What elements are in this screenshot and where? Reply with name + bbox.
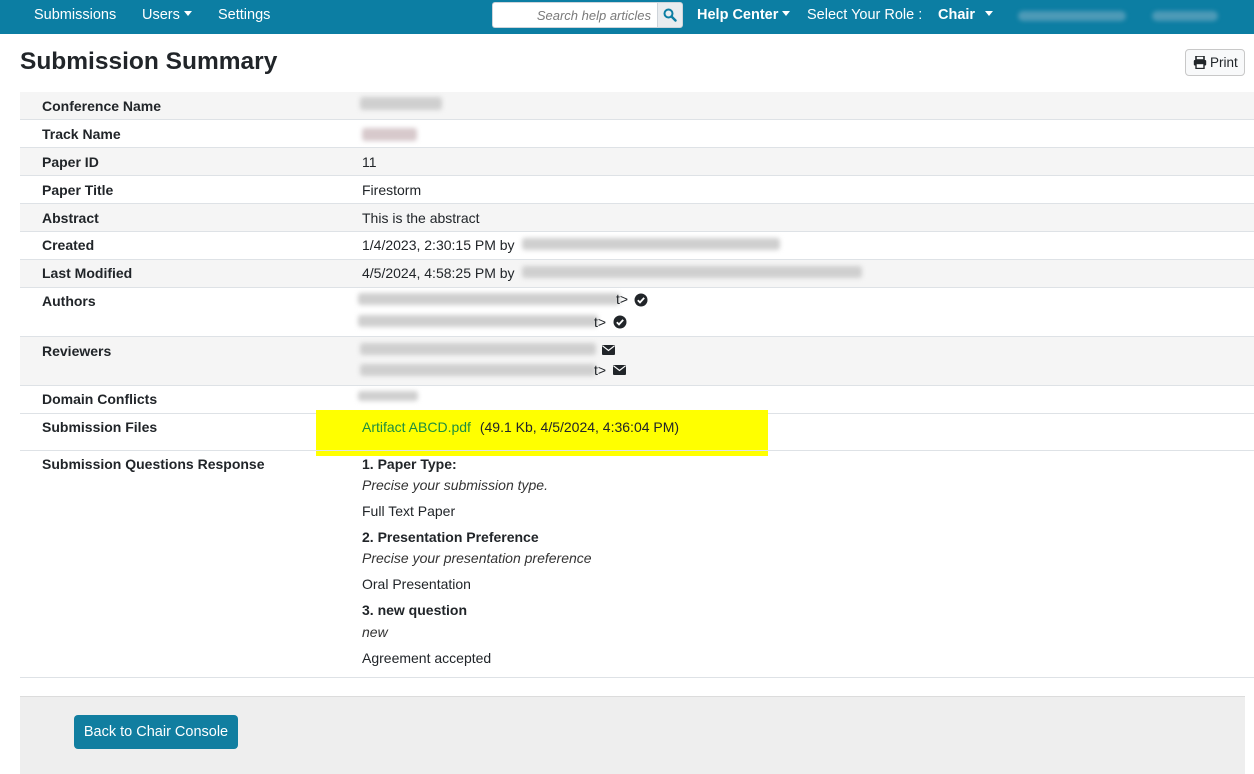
- user-menu-redacted[interactable]: [1018, 11, 1126, 21]
- row-track-name: Track Name: [20, 120, 1254, 148]
- author-1-redacted: [358, 293, 620, 305]
- envelope-icon[interactable]: [602, 345, 615, 355]
- question-2-answer: Oral Presentation: [362, 576, 471, 592]
- paper-title-label: Paper Title: [42, 182, 114, 198]
- question-1-description: Precise your submission type.: [362, 477, 548, 493]
- print-label: Print: [1210, 55, 1238, 70]
- submission-file-entry: Artifact ABCD.pdf (49.1 Kb, 4/5/2024, 4:…: [362, 419, 679, 435]
- row-reviewers: Reviewers t>: [20, 337, 1254, 386]
- page-footer: Back to Chair Console: [20, 696, 1245, 774]
- question-3-description: new: [362, 624, 388, 640]
- abstract-value: This is the abstract: [362, 210, 480, 226]
- nav-users-label: Users: [142, 7, 180, 23]
- search-button[interactable]: [657, 2, 683, 28]
- row-authors: Authors t> t>: [20, 288, 1254, 337]
- account-menu-redacted[interactable]: [1152, 11, 1218, 21]
- nav-submissions[interactable]: Submissions: [34, 0, 116, 34]
- question-2-title: 2. Presentation Preference: [362, 529, 539, 545]
- created-value: 1/4/2023, 2:30:15 PM by: [362, 237, 515, 253]
- envelope-icon[interactable]: [613, 365, 626, 375]
- row-last-modified: Last Modified 4/5/2024, 4:58:25 PM by: [20, 260, 1254, 288]
- last-modified-value: 4/5/2024, 4:58:25 PM by: [362, 265, 515, 281]
- created-label: Created: [42, 237, 95, 253]
- author-2-suffix: t>: [594, 314, 607, 330]
- check-circle-icon: [613, 315, 627, 329]
- help-center-label: Help Center: [697, 7, 779, 23]
- track-name-label: Track Name: [42, 126, 121, 142]
- caret-down-icon: [985, 11, 994, 16]
- role-label: Chair: [938, 7, 976, 23]
- row-abstract: Abstract This is the abstract: [20, 204, 1254, 232]
- row-paper-title: Paper Title Firestorm: [20, 176, 1254, 204]
- print-button[interactable]: Print: [1185, 49, 1245, 76]
- file-meta: (49.1 Kb, 4/5/2024, 4:36:04 PM): [479, 419, 680, 435]
- row-questions: Submission Questions Response: [20, 451, 1254, 678]
- last-modified-label: Last Modified: [42, 265, 133, 281]
- paper-id-label: Paper ID: [42, 154, 99, 170]
- question-1-title: 1. Paper Type:: [362, 456, 457, 472]
- submission-files-label: Submission Files: [42, 419, 158, 435]
- caret-down-icon: [183, 11, 192, 16]
- help-search: [492, 2, 683, 28]
- row-conference-name: Conference Name: [20, 92, 1254, 120]
- search-icon: [663, 8, 677, 22]
- reviewer-2-redacted: [360, 364, 596, 376]
- check-circle-icon: [634, 293, 648, 307]
- paper-title-value: Firestorm: [362, 182, 422, 198]
- select-role-label: Select Your Role :: [807, 7, 923, 23]
- modified-by-redacted: [522, 266, 862, 278]
- question-2-description: Precise your presentation preference: [362, 550, 592, 566]
- role-dropdown[interactable]: Chair: [938, 0, 994, 34]
- abstract-label: Abstract: [42, 210, 99, 226]
- row-paper-id: Paper ID 11: [20, 148, 1254, 176]
- nav-users-dropdown[interactable]: Users: [142, 0, 192, 34]
- created-by-redacted: [522, 238, 780, 250]
- row-submission-files: Submission Files Artifact ABCD.pdf (49.1…: [20, 414, 1254, 451]
- reviewer-1-redacted: [360, 343, 596, 355]
- conference-name-redacted: [360, 97, 442, 110]
- file-download-link[interactable]: Artifact ABCD.pdf: [362, 419, 471, 435]
- track-name-redacted: [362, 128, 417, 141]
- nav-settings[interactable]: Settings: [218, 0, 270, 34]
- paper-id-value: 11: [362, 154, 377, 170]
- caret-down-icon: [782, 11, 791, 16]
- reviewer-2-suffix: t>: [594, 362, 607, 378]
- question-1-answer: Full Text Paper: [362, 503, 456, 519]
- author-2-redacted: [358, 315, 598, 327]
- row-created: Created 1/4/2023, 2:30:15 PM by: [20, 232, 1254, 260]
- help-center-dropdown[interactable]: Help Center: [697, 0, 791, 34]
- question-3-answer: Agreement accepted: [362, 650, 492, 666]
- reviewers-label: Reviewers: [42, 343, 112, 359]
- print-icon: [1193, 55, 1207, 70]
- author-1-suffix: t>: [616, 291, 629, 307]
- domain-conflicts-label: Domain Conflicts: [42, 391, 158, 407]
- top-navbar: Submissions Users Settings Help Center S…: [0, 0, 1254, 34]
- questions-label: Submission Questions Response: [42, 456, 265, 472]
- authors-label: Authors: [42, 293, 96, 309]
- domain-conflicts-redacted: [358, 391, 418, 401]
- page-title: Submission Summary: [20, 48, 278, 75]
- question-3-title: 3. new question: [362, 602, 468, 618]
- search-input[interactable]: [492, 2, 657, 28]
- back-to-chair-console-button[interactable]: Back to Chair Console: [74, 715, 238, 749]
- conference-name-label: Conference Name: [42, 98, 162, 114]
